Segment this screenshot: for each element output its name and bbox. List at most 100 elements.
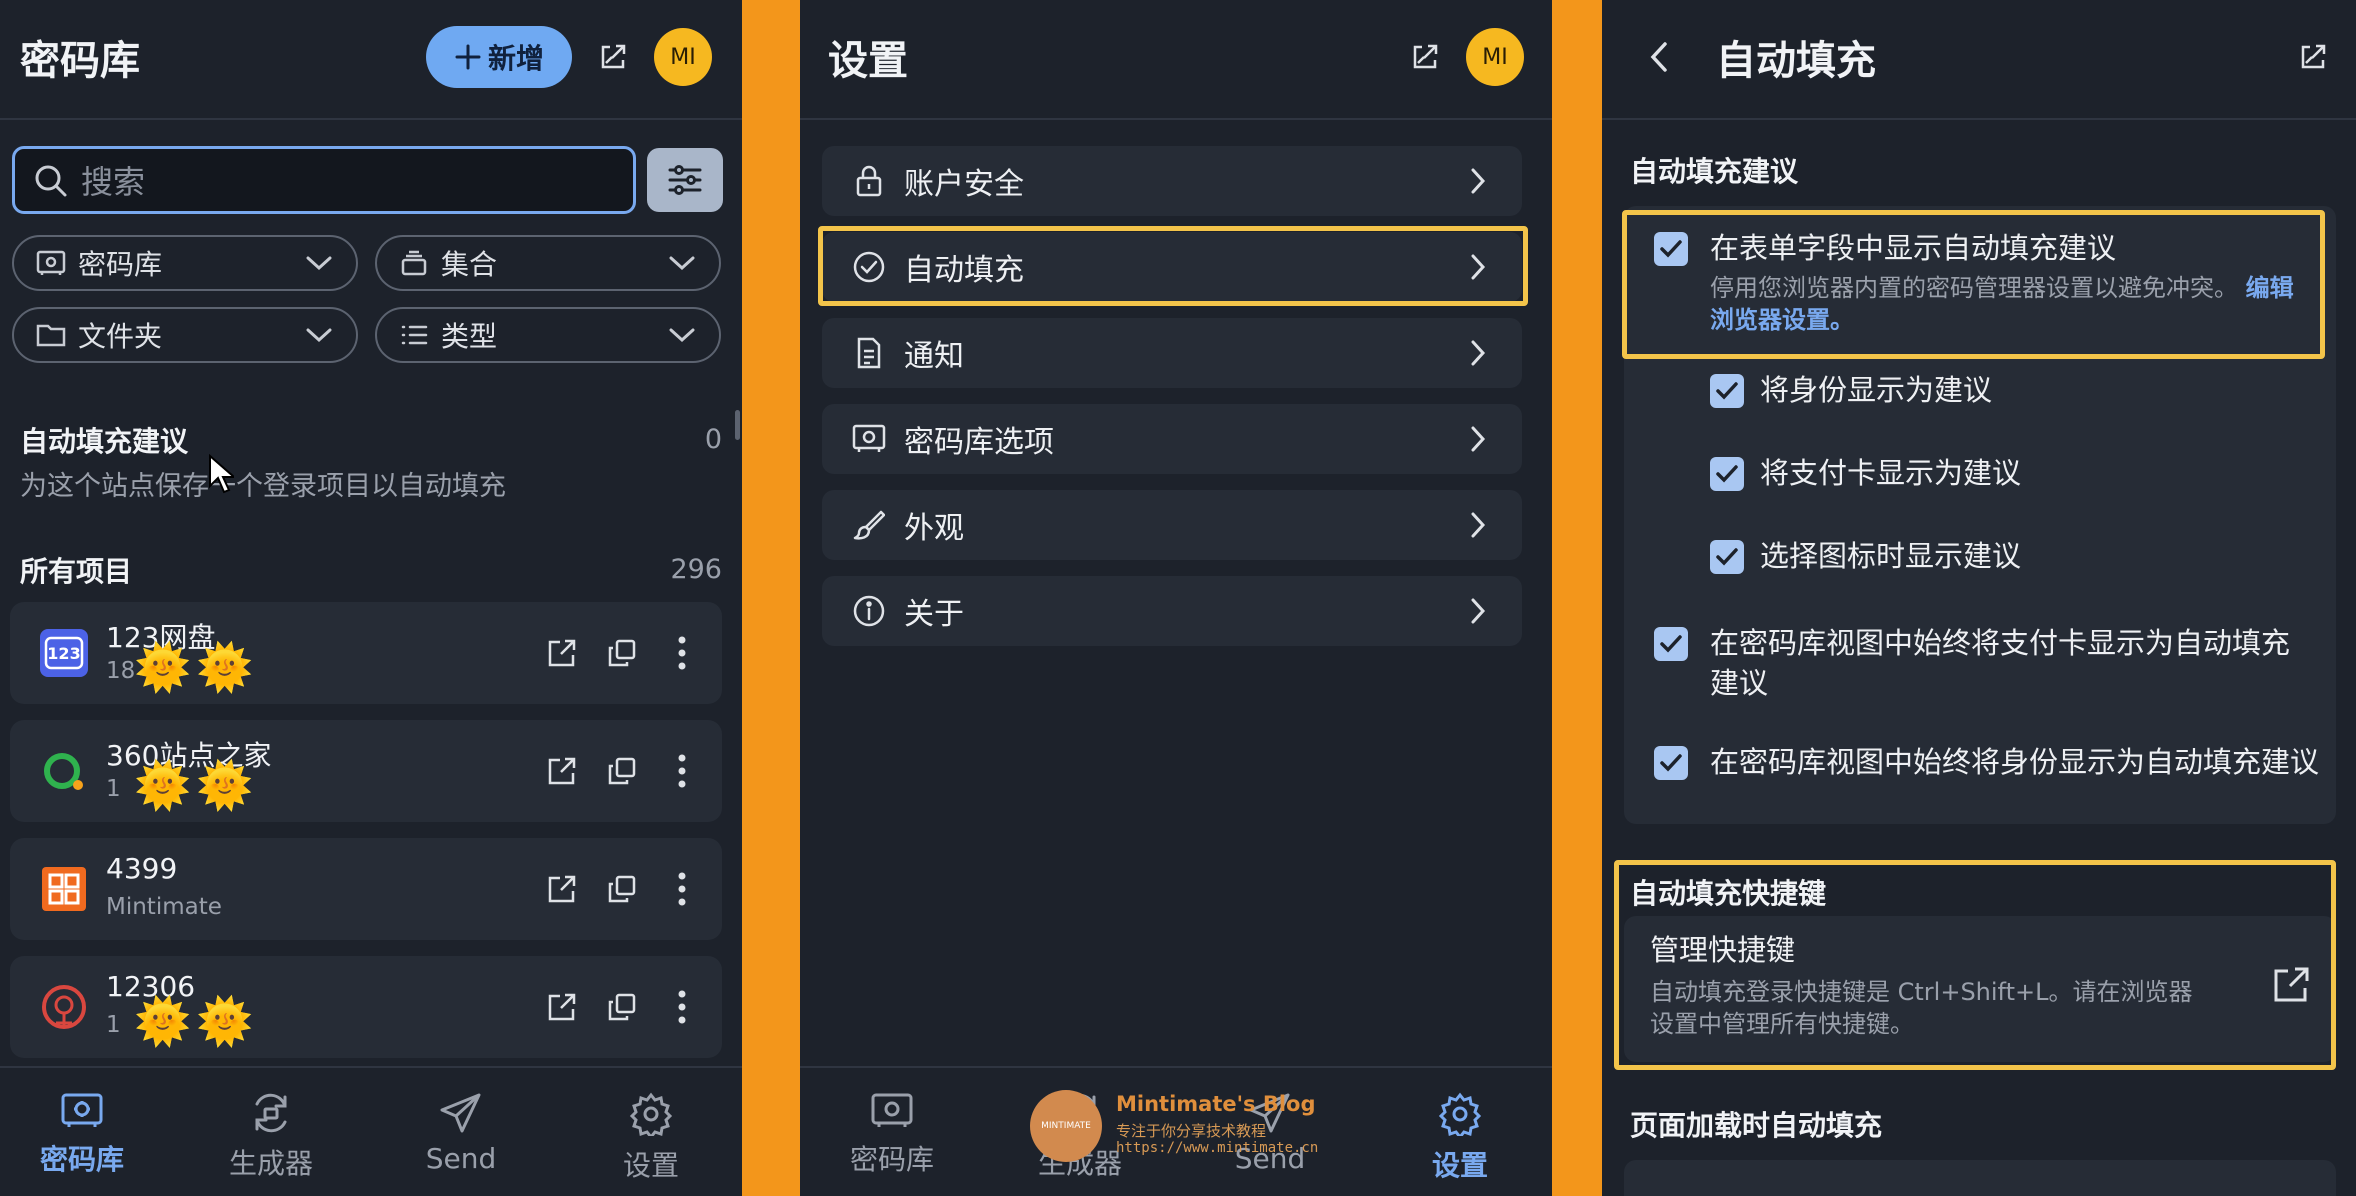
popout-icon[interactable] <box>592 36 634 78</box>
option-label: 在密码库视图中始终将身份显示为自动填充建议 <box>1710 745 2320 779</box>
avatar[interactable]: MI <box>1466 28 1524 86</box>
settings-item-account-security[interactable]: 账户安全 <box>822 146 1522 216</box>
highlight-frame <box>1614 860 2336 1070</box>
sliders-icon <box>668 165 702 195</box>
launch-icon[interactable] <box>540 749 584 793</box>
nav-vault[interactable]: 密码库 <box>12 1092 152 1178</box>
lock-icon <box>852 164 886 198</box>
launch-icon[interactable] <box>540 985 584 1029</box>
filter-settings-button[interactable] <box>647 148 723 212</box>
redaction-emoji: 🌞 <box>196 994 254 1048</box>
settings-item-notifications[interactable]: 通知 <box>822 318 1522 388</box>
copy-icon[interactable] <box>600 631 644 675</box>
more-options-icon[interactable] <box>660 749 704 793</box>
more-options-icon[interactable] <box>660 631 704 675</box>
redaction-emoji: 🌞 <box>134 640 192 694</box>
folder-icon <box>36 322 66 348</box>
vault-item-row[interactable]: 123 123网盘 18 3 🌞 🌞 <box>10 602 722 704</box>
all-items-count: 296 <box>670 554 722 585</box>
watermark-url: https://www.mintimate.cn <box>1116 1140 1319 1156</box>
item-username: Mintimate <box>106 894 222 920</box>
info-icon <box>852 594 886 628</box>
bottom-navigation: 密码库 生成器 Send 设置 <box>0 1066 742 1196</box>
send-icon <box>440 1093 481 1133</box>
settings-icon <box>1438 1092 1482 1136</box>
copy-icon[interactable] <box>600 749 644 793</box>
more-options-icon[interactable] <box>660 867 704 911</box>
copy-icon[interactable] <box>600 985 644 1029</box>
nav-settings[interactable]: 设置 <box>581 1092 721 1184</box>
nav-vault[interactable]: 密码库 <box>822 1092 962 1178</box>
option-label: 将身份显示为建议 <box>1760 373 1993 407</box>
checkbox-vault-cards[interactable] <box>1654 627 1688 661</box>
checkmark-icon <box>1660 635 1682 653</box>
search-field[interactable] <box>12 146 636 214</box>
4399-logo <box>40 865 88 913</box>
option-label: 将支付卡显示为建议 <box>1760 456 2022 490</box>
vault-icon <box>61 1093 103 1127</box>
settings-panel: 设置 MI 账户安全 自动填充 通知 密码库选项 外观 关于 密码库 生成器 S… <box>800 0 1552 1196</box>
vault-filter-label: 密码库 <box>78 248 163 281</box>
checkbox-identity-suggestions[interactable] <box>1710 374 1744 408</box>
redaction-emoji: 🌞 <box>134 758 192 812</box>
nav-generator[interactable]: 生成器 <box>201 1092 341 1182</box>
watermark: MINTIMATE Mintimate's Blog 专注于你分享技术教程 ht… <box>1030 1090 1340 1170</box>
avatar[interactable]: MI <box>654 28 712 86</box>
autofill-suggestions-heading: 自动填充建议 <box>20 425 189 458</box>
settings-item-about[interactable]: 关于 <box>822 576 1522 646</box>
type-filter-dropdown[interactable]: 类型 <box>375 307 721 363</box>
more-options-icon[interactable] <box>660 985 704 1029</box>
autofill-empty-text: 为这个站点保存一个登录项目以自动填充 <box>20 471 506 502</box>
generator-icon <box>255 1093 287 1133</box>
page-load-card <box>1624 1160 2336 1196</box>
checkbox-card-suggestions[interactable] <box>1710 457 1744 491</box>
new-item-button[interactable]: 新增 <box>426 26 572 88</box>
redaction-emoji: 🌞 <box>196 758 254 812</box>
option-label: 在密码库视图中始终将支付卡显示为自动填充建议 <box>1710 626 2291 700</box>
vault-item-row[interactable]: 4399 Mintimate <box>10 838 722 940</box>
settings-header: 设置 MI <box>800 0 1552 120</box>
chevron-right-icon <box>1470 597 1486 625</box>
vault-filter-dropdown[interactable]: 密码库 <box>12 235 358 291</box>
popout-icon[interactable] <box>2292 36 2334 78</box>
collection-filter-dropdown[interactable]: 集合 <box>375 235 721 291</box>
vault-icon <box>852 424 886 454</box>
option-label: 选择图标时显示建议 <box>1760 539 2022 573</box>
popout-icon[interactable] <box>1404 36 1446 78</box>
123pan-logo: 123 <box>40 629 88 677</box>
document-icon <box>852 336 886 370</box>
redaction-emoji: 🌞 <box>134 994 192 1048</box>
checkmark-icon <box>1716 548 1738 566</box>
nav-send[interactable]: Send <box>391 1092 531 1175</box>
collection-icon <box>399 250 429 276</box>
chevron-down-icon <box>306 255 332 271</box>
launch-icon[interactable] <box>540 631 584 675</box>
chevron-down-icon <box>669 255 695 271</box>
chevron-right-icon <box>1470 511 1486 539</box>
checkbox-vault-identities[interactable] <box>1654 746 1688 780</box>
highlight-frame <box>818 226 1528 306</box>
back-icon[interactable] <box>1638 36 1680 78</box>
copy-icon[interactable] <box>600 867 644 911</box>
vault-panel: 密码库 新增 MI 密码库 集合 文件夹 类型 自动填充建议 0 为这个站 <box>0 0 742 1196</box>
vault-icon <box>871 1093 913 1127</box>
new-item-label: 新增 <box>487 42 544 75</box>
page-load-heading: 页面加载时自动填充 <box>1630 1109 1883 1142</box>
vault-item-row[interactable]: 360站点之家 13 🌞 🌞 <box>10 720 722 822</box>
search-input[interactable] <box>79 161 623 203</box>
chevron-right-icon <box>1470 167 1486 195</box>
checkbox-icon-suggestions[interactable] <box>1710 540 1744 574</box>
page-title: 自动填充 <box>1716 38 1876 84</box>
nav-settings[interactable]: 设置 <box>1390 1092 1530 1184</box>
scrollbar-thumb[interactable] <box>735 410 740 440</box>
settings-item-appearance[interactable]: 外观 <box>822 490 1522 560</box>
settings-item-vault-options[interactable]: 密码库选项 <box>822 404 1522 474</box>
360-logo <box>40 747 88 795</box>
all-items-heading: 所有项目 <box>20 555 133 588</box>
folder-filter-dropdown[interactable]: 文件夹 <box>12 307 358 363</box>
redaction-emoji: 🌞 <box>196 640 254 694</box>
watermark-logo: MINTIMATE <box>1030 1090 1102 1162</box>
launch-icon[interactable] <box>540 867 584 911</box>
folder-filter-label: 文件夹 <box>78 320 163 353</box>
vault-item-row[interactable]: 12306 13 🌞 🌞 <box>10 956 722 1058</box>
